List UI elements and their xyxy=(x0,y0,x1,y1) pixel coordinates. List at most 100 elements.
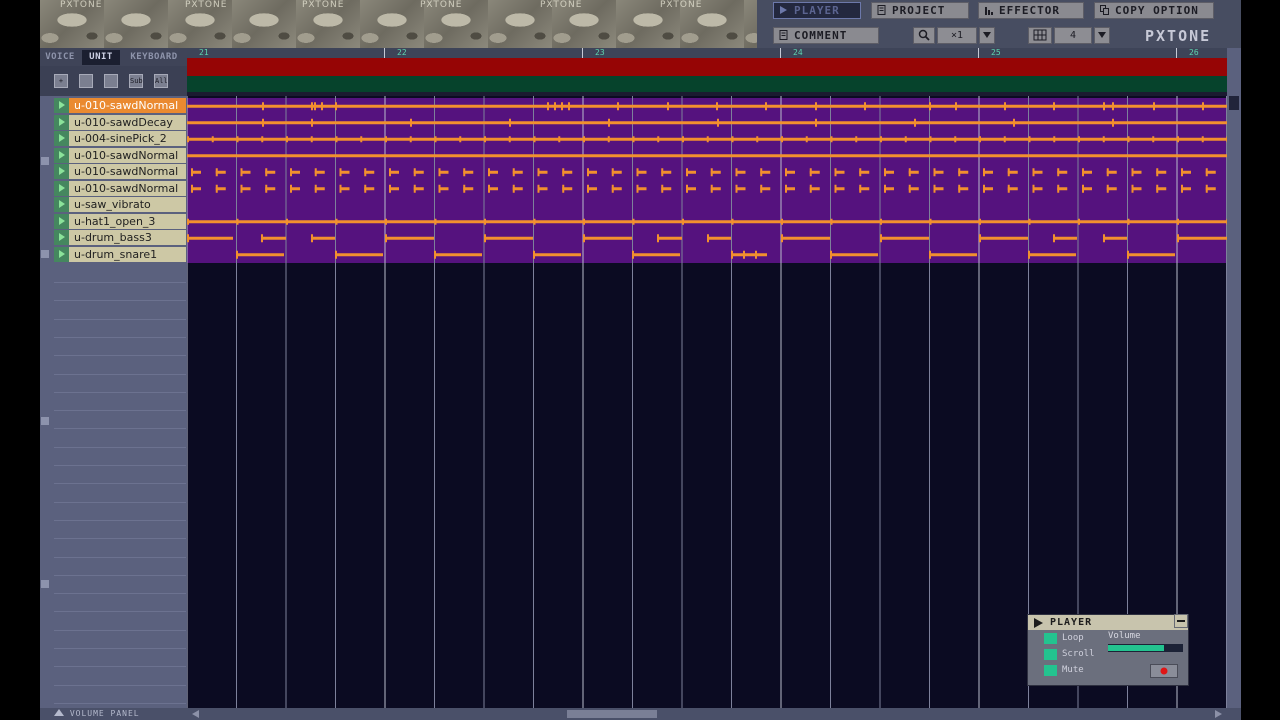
unit-row[interactable]: u-drum_bass3 xyxy=(54,230,186,245)
scroll-left-icon[interactable] xyxy=(191,710,199,718)
unit-row[interactable]: u-drum_snare1 xyxy=(54,246,186,262)
unit-play-icon[interactable] xyxy=(54,213,69,229)
scroll-checkbox[interactable]: Scroll xyxy=(1044,648,1104,661)
division-select[interactable]: 4 xyxy=(1054,27,1092,44)
unit-play-icon[interactable] xyxy=(54,147,69,163)
unit-row[interactable]: u-010-sawdNormal xyxy=(54,180,186,196)
division-button[interactable] xyxy=(1028,27,1052,44)
note-head xyxy=(859,168,862,177)
note-head xyxy=(335,102,337,111)
note-head xyxy=(1082,168,1084,177)
note-head xyxy=(834,184,837,193)
tab-keyboard[interactable]: KEYBOARD xyxy=(124,50,184,65)
note-head xyxy=(904,136,907,143)
unit-play-icon[interactable] xyxy=(54,246,69,262)
scroll-thumb[interactable] xyxy=(567,710,657,718)
tab-voice[interactable]: VOICE xyxy=(42,50,78,65)
unit-row[interactable]: u-010-sawdNormal xyxy=(54,164,186,179)
minimize-button[interactable] xyxy=(1174,614,1188,628)
effector-menu-button[interactable]: EFFECTOR xyxy=(978,2,1084,19)
note-head xyxy=(1053,234,1055,243)
horizontal-scrollbar[interactable] xyxy=(187,708,1241,720)
comment-menu-button[interactable]: COMMENT xyxy=(773,27,879,44)
empty-unit-slot[interactable] xyxy=(54,671,186,686)
vertical-scrollbar[interactable] xyxy=(1227,48,1241,708)
player-menu-button[interactable]: PLAYER xyxy=(773,2,861,19)
empty-unit-slot[interactable] xyxy=(54,433,186,448)
copy-option-menu-button[interactable]: COPY OPTION xyxy=(1094,2,1214,19)
unit-play-icon[interactable] xyxy=(54,230,69,245)
unit-row[interactable]: u-010-sawdDecay xyxy=(54,114,186,130)
empty-unit-slot[interactable] xyxy=(54,378,186,393)
unit-play-icon[interactable] xyxy=(54,197,69,212)
scroll-thumb[interactable] xyxy=(1229,96,1239,110)
empty-unit-slot[interactable] xyxy=(54,506,186,521)
note-head xyxy=(434,250,436,259)
note xyxy=(707,236,731,240)
banner-word: PXTONE xyxy=(540,0,583,10)
add-unit-button[interactable]: + xyxy=(54,74,68,88)
chevron-down-icon xyxy=(1098,32,1106,38)
empty-unit-slot[interactable] xyxy=(54,396,186,412)
note xyxy=(187,154,1227,158)
unit-row[interactable]: u-saw_vibrato xyxy=(54,197,186,212)
empty-unit-slot[interactable] xyxy=(54,414,186,430)
empty-unit-slot[interactable] xyxy=(54,561,186,576)
empty-unit-slot[interactable] xyxy=(54,488,186,503)
division-dropdown[interactable] xyxy=(1094,27,1110,44)
unit-play-icon[interactable] xyxy=(54,180,69,196)
unit-row[interactable]: u-004-sinePick_2 xyxy=(54,131,186,146)
unit-play-icon[interactable] xyxy=(54,131,69,146)
note-head xyxy=(321,102,323,111)
empty-unit-slot[interactable] xyxy=(54,579,186,595)
note-head xyxy=(1082,184,1084,193)
record-button[interactable] xyxy=(1150,664,1178,678)
project-menu-button[interactable]: PROJECT xyxy=(871,2,969,19)
all-button[interactable]: All xyxy=(154,74,168,88)
empty-unit-slot[interactable] xyxy=(54,652,186,668)
unit-play-icon[interactable] xyxy=(54,98,69,113)
note-head xyxy=(1007,184,1010,193)
tab-unit[interactable]: UNIT xyxy=(82,50,120,65)
measure-ruler[interactable]: 21 22 23 24 25 26 xyxy=(187,48,1227,58)
zoom-button[interactable] xyxy=(913,27,935,44)
zoom-select[interactable]: ×1 xyxy=(937,27,977,44)
empty-unit-slot[interactable] xyxy=(54,305,186,320)
note-head xyxy=(187,136,189,143)
unit-row[interactable]: u-010-sawdNormal xyxy=(54,147,186,163)
volume-panel-toggle[interactable]: VOLUME PANEL xyxy=(40,708,187,720)
note-head xyxy=(1153,102,1155,111)
scroll-right-icon[interactable] xyxy=(1215,710,1223,718)
measure-strip[interactable] xyxy=(187,58,1227,76)
empty-unit-slot[interactable] xyxy=(54,341,186,357)
empty-unit-slot[interactable] xyxy=(54,524,186,540)
note-head xyxy=(717,118,719,127)
empty-unit-slot[interactable] xyxy=(54,634,186,649)
volume-slider[interactable] xyxy=(1108,644,1183,652)
unit-tool-button[interactable] xyxy=(79,74,93,88)
unit-row[interactable]: u-010-sawdNormal xyxy=(54,98,186,113)
note-head xyxy=(1177,218,1179,225)
empty-unit-slot[interactable] xyxy=(54,268,186,283)
note xyxy=(657,236,682,240)
unit-tool-button[interactable] xyxy=(104,74,118,88)
unit-row[interactable]: u-hat1_open_3 xyxy=(54,213,186,229)
event-strip[interactable] xyxy=(187,76,1227,92)
empty-unit-slot[interactable] xyxy=(54,689,186,704)
empty-unit-slot[interactable] xyxy=(54,323,186,338)
loop-checkbox[interactable]: Loop xyxy=(1044,632,1104,645)
empty-unit-slot[interactable] xyxy=(54,451,186,466)
empty-unit-slot[interactable] xyxy=(54,360,186,375)
player-panel-header[interactable]: PLAYER xyxy=(1028,615,1188,630)
empty-unit-slot[interactable] xyxy=(54,597,186,613)
unit-play-icon[interactable] xyxy=(54,164,69,179)
empty-unit-slot[interactable] xyxy=(54,543,186,558)
sub-button[interactable]: Sub xyxy=(129,74,143,88)
zoom-dropdown[interactable] xyxy=(979,27,995,44)
empty-unit-slot[interactable] xyxy=(54,286,186,302)
unit-play-icon[interactable] xyxy=(54,114,69,130)
empty-unit-slot[interactable] xyxy=(54,616,186,631)
mute-checkbox[interactable]: Mute xyxy=(1044,664,1104,677)
note xyxy=(1177,236,1227,240)
empty-unit-slot[interactable] xyxy=(54,469,186,485)
